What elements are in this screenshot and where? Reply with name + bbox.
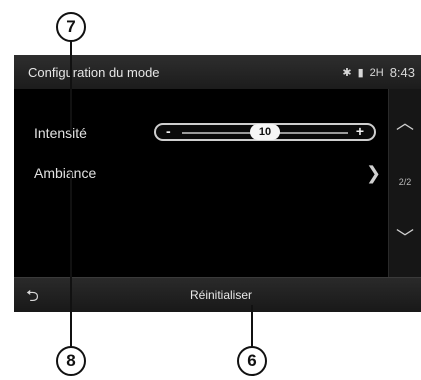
callout-6: 6: [237, 346, 267, 376]
increase-button[interactable]: +: [356, 123, 364, 139]
scroll-sidebar: ︿ 2/2 ﹀: [388, 89, 421, 277]
screen-title: Configuration du mode: [28, 65, 160, 80]
manual-figure: 7 Configuration du mode ✱ ▮ 2H 8:43 Inte…: [0, 0, 421, 380]
slider-knob[interactable]: 10: [250, 124, 280, 140]
reset-button[interactable]: Réinitialiser: [190, 288, 252, 302]
callout-6-line: [251, 305, 253, 348]
signal-icon: ▮: [357, 67, 364, 79]
chevron-up-icon[interactable]: ︿: [389, 109, 421, 135]
infotainment-screen: Configuration du mode ✱ ▮ 2H 8:43 Intens…: [14, 55, 421, 312]
bottom-bar: ⮌ Réinitialiser: [14, 277, 421, 312]
chevron-right-icon[interactable]: ❯: [366, 163, 381, 184]
intensity-slider[interactable]: - 10 +: [154, 123, 376, 141]
clock: 8:43: [389, 65, 415, 80]
callout-7-line: [70, 41, 72, 134]
decrease-button[interactable]: -: [166, 123, 171, 139]
callout-8-line: [70, 172, 72, 348]
status-indicators: ✱ ▮ 2H 8:43: [342, 65, 415, 80]
page-indicator: 2/2: [398, 177, 412, 187]
status-bar: Configuration du mode ✱ ▮ 2H 8:43: [14, 55, 421, 89]
bluetooth-icon: ✱: [342, 67, 352, 79]
signal-text: 2H: [369, 66, 384, 79]
chevron-down-icon[interactable]: ﹀: [389, 224, 421, 250]
callout-7: 7: [56, 12, 86, 42]
ambiance-label[interactable]: Ambiance: [34, 165, 96, 181]
callout-8: 8: [56, 346, 86, 376]
intensity-label: Intensité: [34, 125, 87, 141]
back-icon[interactable]: ⮌: [26, 285, 39, 312]
